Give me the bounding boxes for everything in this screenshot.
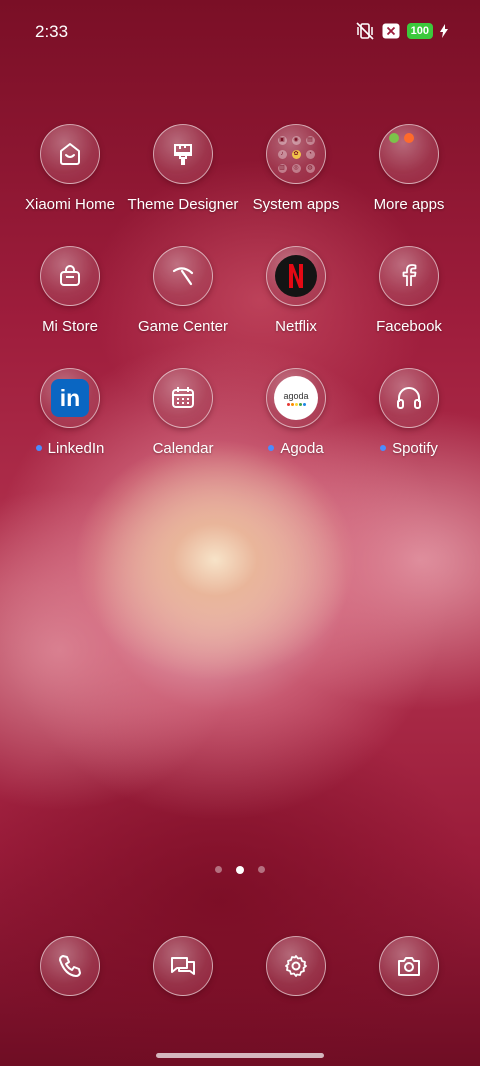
dock-camera[interactable] xyxy=(349,936,469,996)
folder-icon[interactable]: ▣ ◉ ▤ ♪ ✿ ◔ ▥ ◎ ◍ xyxy=(266,124,326,184)
app-label: Netflix xyxy=(275,318,317,335)
app-label: Facebook xyxy=(376,318,442,335)
gesture-nav-bar[interactable] xyxy=(156,1053,324,1058)
dock-phone[interactable] xyxy=(10,936,130,996)
brush-icon[interactable] xyxy=(153,124,213,184)
app-label: Agoda xyxy=(236,440,356,457)
vibrate-off-icon xyxy=(355,22,375,40)
page-dot[interactable] xyxy=(258,866,265,873)
chat-icon[interactable] xyxy=(153,936,213,996)
camera-icon[interactable] xyxy=(379,936,439,996)
home-icon[interactable] xyxy=(40,124,100,184)
app-spotify[interactable]: Spotify xyxy=(349,368,469,457)
calendar-icon[interactable] xyxy=(153,368,213,428)
netflix-icon[interactable] xyxy=(266,246,326,306)
app-linkedin[interactable]: in LinkedIn xyxy=(10,368,130,457)
app-calendar[interactable]: Calendar xyxy=(123,368,243,457)
app-facebook[interactable]: Facebook xyxy=(349,246,469,335)
page-dot[interactable] xyxy=(215,866,222,873)
app-agoda[interactable]: agoda Agoda xyxy=(236,368,356,457)
new-install-dot xyxy=(380,445,387,451)
app-netflix[interactable]: Netflix xyxy=(236,246,356,335)
app-label: Theme Designer xyxy=(127,196,239,213)
headphones-icon[interactable] xyxy=(379,368,439,428)
page-indicator[interactable] xyxy=(0,865,480,874)
page-dot-active[interactable] xyxy=(236,865,244,874)
app-label: System apps xyxy=(252,196,340,213)
shopping-bag-icon[interactable] xyxy=(40,246,100,306)
pickaxe-icon[interactable] xyxy=(153,246,213,306)
app-theme-designer[interactable]: Theme Designer xyxy=(123,124,243,213)
folder-more-apps[interactable]: More apps xyxy=(349,124,469,213)
close-box-icon xyxy=(382,23,400,39)
app-label: Xiaomi Home xyxy=(24,196,116,213)
gear-icon[interactable] xyxy=(266,936,326,996)
dock-settings[interactable] xyxy=(236,936,356,996)
app-game-center[interactable]: Game Center xyxy=(123,246,243,335)
facebook-icon[interactable] xyxy=(379,246,439,306)
folder-preview xyxy=(389,133,414,143)
status-bar: 2:33 100 xyxy=(0,0,480,62)
dock-messages[interactable] xyxy=(123,936,243,996)
folder-system-apps[interactable]: ▣ ◉ ▤ ♪ ✿ ◔ ▥ ◎ ◍ System apps xyxy=(236,124,356,213)
charging-bolt-icon xyxy=(440,24,448,38)
app-label: Mi Store xyxy=(42,318,98,335)
app-mi-store[interactable]: Mi Store xyxy=(10,246,130,335)
folder-icon[interactable] xyxy=(379,124,439,184)
phone-icon[interactable] xyxy=(40,936,100,996)
battery-icon: 100 xyxy=(406,23,433,39)
status-icons: 100 xyxy=(355,22,448,40)
linkedin-icon[interactable]: in xyxy=(40,368,100,428)
app-label: More apps xyxy=(373,196,445,213)
clock: 2:33 xyxy=(35,22,69,41)
app-label: Spotify xyxy=(349,440,469,457)
app-label: LinkedIn xyxy=(10,440,130,457)
agoda-icon[interactable]: agoda xyxy=(266,368,326,428)
folder-preview: ▣ ◉ ▤ ♪ ✿ ◔ ▥ ◎ ◍ xyxy=(277,135,315,173)
new-install-dot xyxy=(268,445,275,451)
app-xiaomi-home[interactable]: Xiaomi Home xyxy=(10,124,130,213)
app-label: Calendar xyxy=(152,440,214,457)
new-install-dot xyxy=(35,445,42,451)
app-label: Game Center xyxy=(137,318,229,335)
